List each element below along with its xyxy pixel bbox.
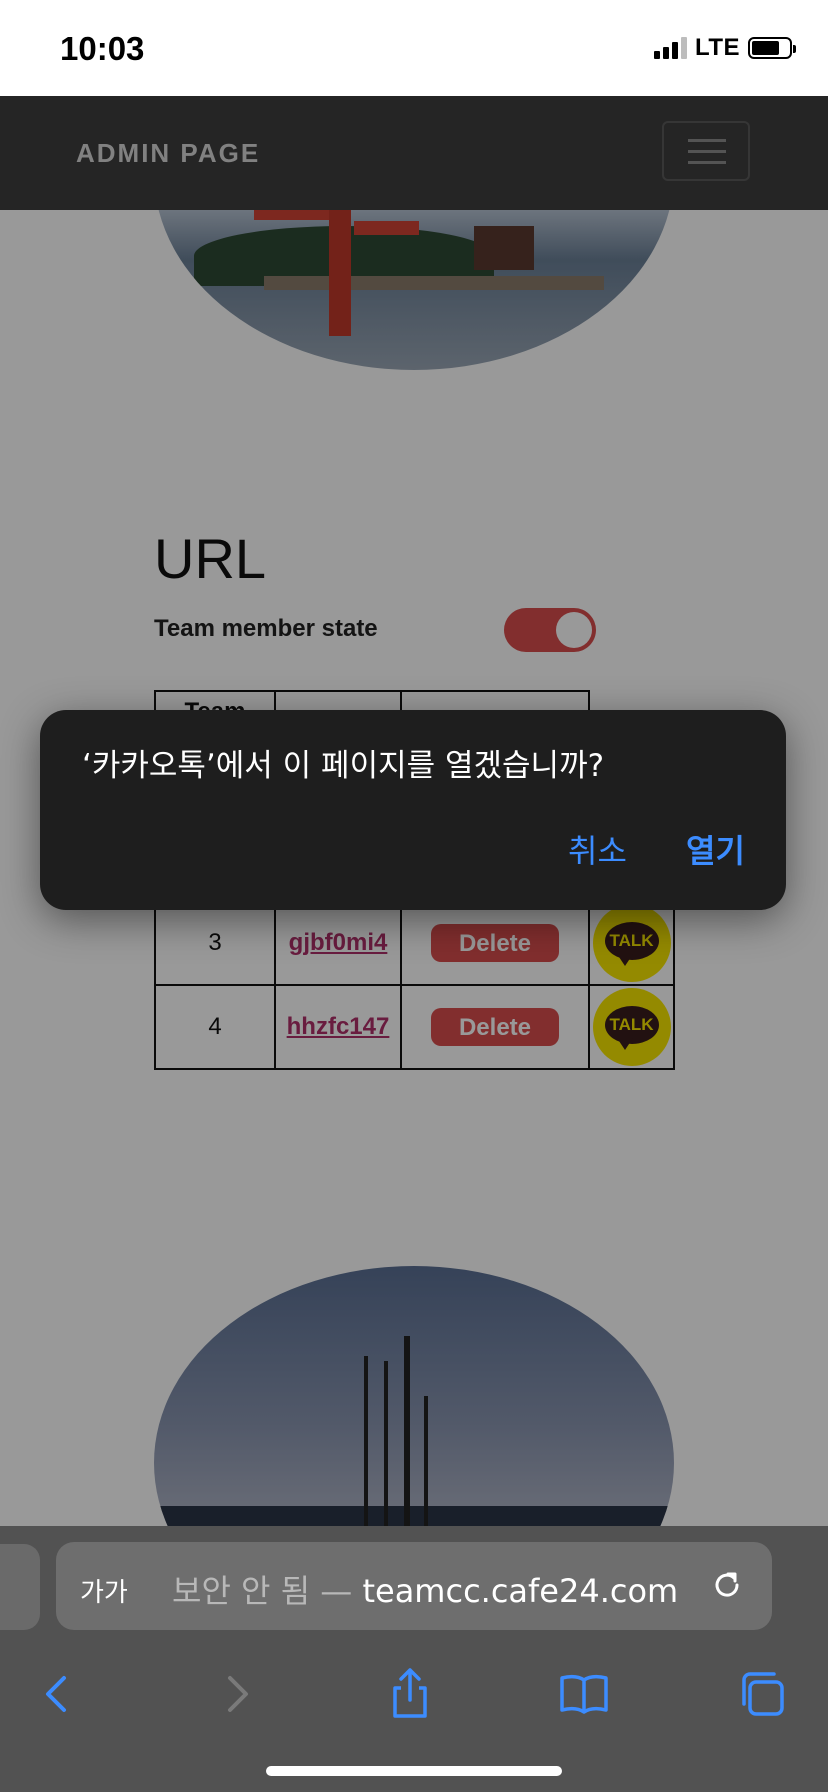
text-size-button[interactable]: 가가 — [80, 1572, 128, 1609]
insecure-label: 보안 안 됨 — — [172, 1572, 363, 1610]
tabs-icon[interactable] — [734, 1664, 794, 1724]
signal-icon — [653, 37, 687, 59]
address-text: 보안 안 됨 — teamcc.cafe24.com — [172, 1566, 678, 1612]
address-bar[interactable]: 가가 보안 안 됨 — teamcc.cafe24.com — [56, 1542, 772, 1630]
battery-icon — [748, 37, 796, 59]
bookmarks-icon[interactable] — [554, 1664, 614, 1724]
dialog-message: ‘카카오톡’에서 이 페이지를 열겠습니까? — [82, 748, 605, 784]
share-icon[interactable] — [380, 1664, 440, 1724]
open-in-app-dialog: ‘카카오톡’에서 이 페이지를 열겠습니까? 취소 열기 — [40, 710, 786, 910]
status-time: 10:03 — [60, 30, 145, 67]
host-label: teamcc.cafe24.com — [362, 1572, 679, 1610]
forward-icon[interactable] — [206, 1664, 266, 1724]
previous-tab-peek[interactable] — [0, 1544, 40, 1630]
back-icon[interactable] — [28, 1664, 88, 1724]
browser-toolbar — [0, 1654, 828, 1754]
cancel-button[interactable]: 취소 — [568, 826, 627, 872]
reload-icon[interactable] — [710, 1568, 744, 1602]
network-label: LTE — [694, 34, 740, 61]
browser-bottom-bar: 가가 보안 안 됨 — teamcc.cafe24.com — [0, 1526, 828, 1792]
open-button[interactable]: 열기 — [686, 826, 745, 872]
status-indicators: LTE — [653, 34, 796, 62]
home-indicator — [266, 1766, 562, 1776]
status-bar: 10:03 LTE — [0, 0, 828, 96]
